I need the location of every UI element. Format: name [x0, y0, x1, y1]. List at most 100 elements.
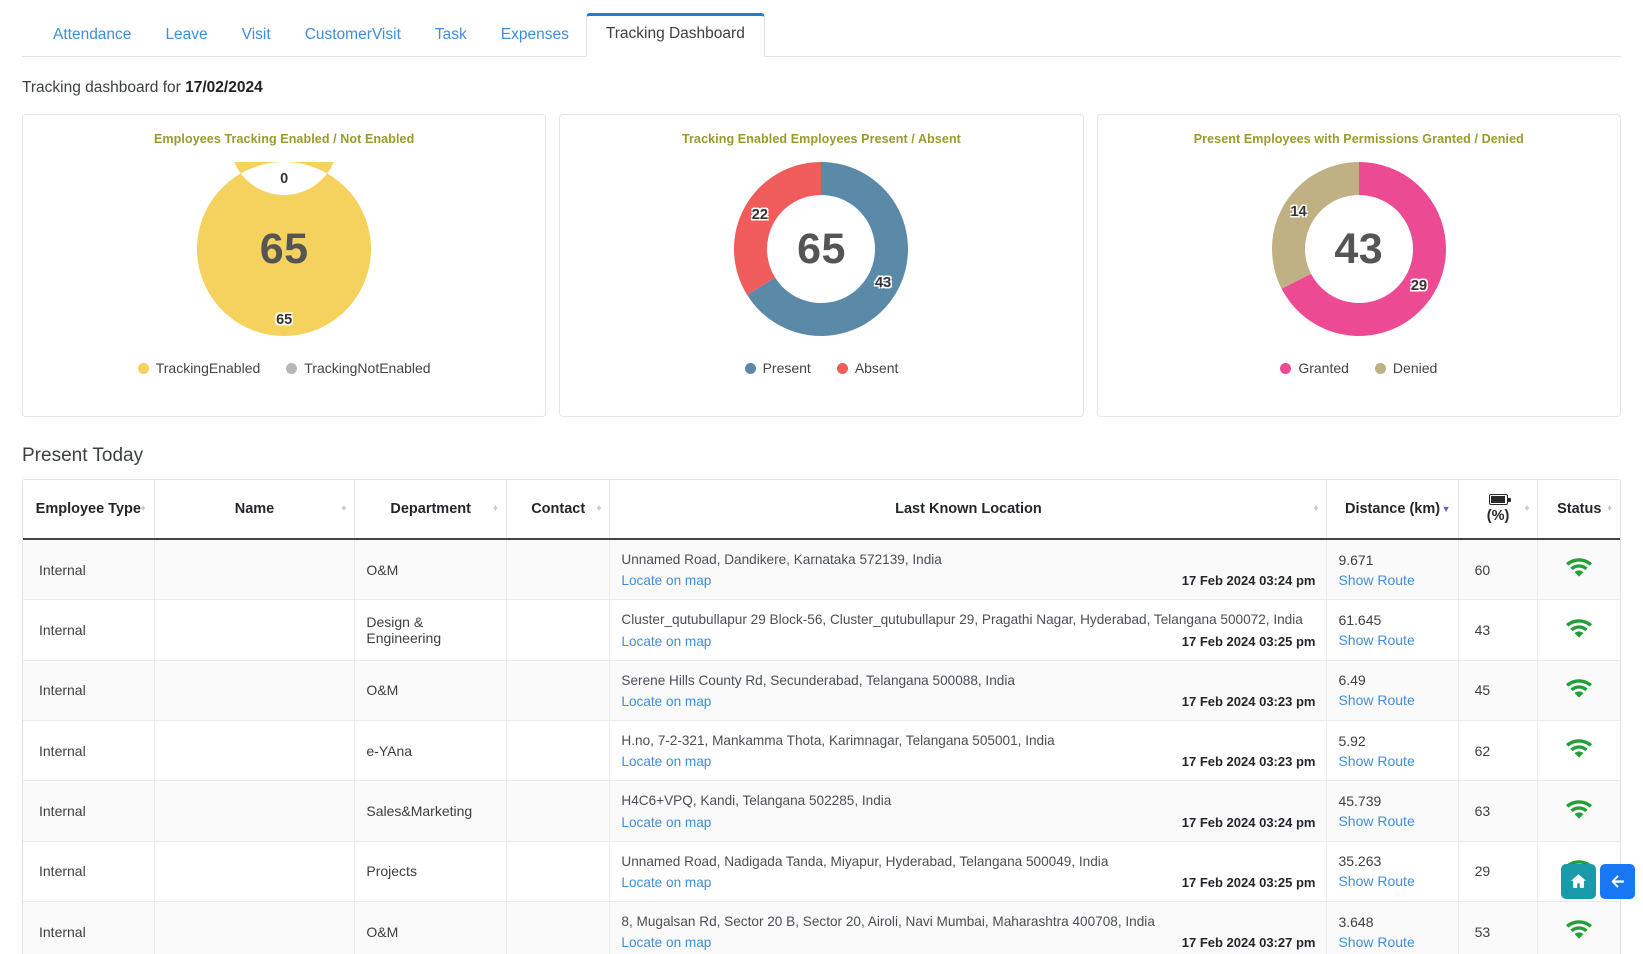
show-route-link[interactable]: Show Route: [1338, 873, 1446, 889]
cell-status: [1538, 600, 1620, 660]
cell-last-known-location: 8, Mugalsan Rd, Sector 20 B, Sector 20, …: [610, 902, 1327, 954]
legend-label: Granted: [1298, 360, 1349, 376]
column-header-employee-type[interactable]: Employee Type▲▼: [23, 480, 154, 539]
wifi-icon: [1566, 800, 1592, 820]
cell-department: O&M: [355, 539, 507, 600]
table-header-row: Employee Type▲▼Name▲▼Department▲▼Contact…: [23, 480, 1620, 539]
tab-tracking-dashboard[interactable]: Tracking Dashboard: [586, 13, 765, 57]
sort-indicator-icon[interactable]: ▲▼: [1313, 508, 1320, 510]
cell-name[interactable]: [154, 841, 355, 901]
distance-value: 45.739: [1338, 793, 1446, 809]
cell-name[interactable]: [154, 600, 355, 660]
chart-title: Present Employees with Permissions Grant…: [1098, 132, 1620, 146]
locate-on-map-link[interactable]: Locate on map: [621, 694, 711, 709]
locate-on-map-link[interactable]: Locate on map: [621, 573, 711, 588]
location-timestamp: 17 Feb 2024 03:25 pm: [1182, 875, 1316, 890]
cell-employee-type: Internal: [23, 781, 154, 841]
locate-on-map-link[interactable]: Locate on map: [621, 935, 711, 950]
column-header-label: Contact: [531, 501, 585, 517]
column-header-name[interactable]: Name▲▼: [154, 480, 355, 539]
home-button[interactable]: [1561, 864, 1596, 899]
legend-item[interactable]: Granted: [1280, 360, 1349, 376]
column-header-department[interactable]: Department ▲▼: [355, 480, 507, 539]
cell-distance: 3.648Show Route: [1327, 902, 1458, 954]
show-route-link[interactable]: Show Route: [1338, 934, 1446, 950]
legend-item[interactable]: TrackingNotEnabled: [286, 360, 430, 376]
table-row[interactable]: InternalO&MUnnamed Road, Dandikere, Karn…: [23, 539, 1620, 600]
sort-indicator-icon[interactable]: ▲▼: [140, 508, 147, 510]
cell-employee-type: Internal: [23, 902, 154, 954]
cell-department: O&M: [355, 660, 507, 720]
location-timestamp: 17 Feb 2024 03:24 pm: [1182, 573, 1316, 588]
distance-value: 6.49: [1338, 672, 1446, 688]
sort-indicator-icon[interactable]: ▲▼: [340, 508, 347, 510]
legend-item[interactable]: Absent: [837, 360, 899, 376]
cell-contact: [506, 539, 609, 600]
cell-last-known-location: H4C6+VPQ, Kandi, Telangana 502285, India…: [610, 781, 1327, 841]
table-row[interactable]: InternalDesign & EngineeringCluster_qutu…: [23, 600, 1620, 660]
cell-distance: 61.645Show Route: [1327, 600, 1458, 660]
sort-indicator-icon[interactable]: ▲▼: [1524, 508, 1531, 510]
tab-visit[interactable]: Visit: [225, 16, 288, 56]
donut-wrapper: 65650: [197, 162, 371, 336]
column-header-last-known-location[interactable]: Last Known Location▲▼: [610, 480, 1327, 539]
tab-customervisit[interactable]: CustomerVisit: [288, 16, 418, 56]
tab-attendance[interactable]: Attendance: [36, 16, 148, 56]
show-route-link[interactable]: Show Route: [1338, 692, 1446, 708]
table-body: Internal O&M Unnamed Road, Dandikere, Karn…: [23, 539, 1620, 954]
cell-name[interactable]: [154, 660, 355, 720]
show-route-link[interactable]: Show Route: [1338, 813, 1446, 829]
cell-department: Design & Engineering: [355, 600, 507, 660]
legend-item[interactable]: TrackingEnabled: [138, 360, 261, 376]
donut-slice-label: 29: [1411, 278, 1427, 294]
cell-contact: [506, 781, 609, 841]
location-meta-row: Locate on map17 Feb 2024 03:24 pm: [621, 815, 1315, 830]
chart-legend: Granted Denied: [1098, 360, 1620, 376]
chart-card-3: Present Employees with Permissions Grant…: [1097, 114, 1621, 417]
sort-indicator-icon[interactable]: ▲▼: [1606, 508, 1613, 510]
show-route-link[interactable]: Show Route: [1338, 572, 1446, 588]
legend-label: TrackingNotEnabled: [304, 360, 430, 376]
locate-on-map-link[interactable]: Locate on map: [621, 754, 711, 769]
legend-item[interactable]: Present: [745, 360, 811, 376]
cell-name[interactable]: [154, 539, 355, 600]
show-route-link[interactable]: Show Route: [1338, 632, 1446, 648]
chart-card-1: Employees Tracking Enabled / Not Enabled…: [22, 114, 546, 417]
locate-on-map-link[interactable]: Locate on map: [621, 815, 711, 830]
donut-slice-label: 65: [276, 312, 292, 328]
table-row[interactable]: Internale-YAnaH.no, 7-2-321, Mankamma Th…: [23, 721, 1620, 781]
sort-indicator-icon[interactable]: ▲▼: [492, 508, 499, 510]
column-header-status[interactable]: Status▲▼: [1538, 480, 1620, 539]
chart-title: Tracking Enabled Employees Present / Abs…: [560, 132, 1082, 146]
show-route-link[interactable]: Show Route: [1338, 753, 1446, 769]
chart-legend: Present Absent: [560, 360, 1082, 376]
back-button[interactable]: [1600, 864, 1635, 899]
location-meta-row: Locate on map 17 Feb 2024 03:25 pm: [621, 875, 1315, 890]
cell-last-known-location: Serene Hills County Rd, Secunderabad, Te…: [610, 660, 1327, 720]
cell-name[interactable]: [154, 721, 355, 781]
cell-name[interactable]: [154, 902, 355, 954]
column-header-[interactable]: (%)▲▼: [1458, 480, 1538, 539]
column-header-label: Department: [390, 501, 471, 517]
cell-last-known-location: Unnamed Road, Dandikere, Karnataka 57213…: [610, 539, 1327, 600]
legend-item[interactable]: Denied: [1375, 360, 1437, 376]
table-row[interactable]: InternalO&MSerene Hills County Rd, Secun…: [23, 660, 1620, 720]
cell-distance: 5.92Show Route: [1327, 721, 1458, 781]
tab-task[interactable]: Task: [418, 16, 484, 56]
column-header-distance-km[interactable]: Distance (km)▼: [1327, 480, 1458, 539]
table-row[interactable]: InternalProjectsUnnamed Road, Nadigada T…: [23, 841, 1620, 901]
sort-indicator-icon[interactable]: ▲▼: [595, 508, 602, 510]
tab-expenses[interactable]: Expenses: [484, 16, 586, 56]
cell-name[interactable]: [154, 781, 355, 841]
table-row[interactable]: InternalSales&MarketingH4C6+VPQ, Kandi, …: [23, 781, 1620, 841]
table-row[interactable]: InternalO&M8, Mugalsan Rd, Sector 20 B, …: [23, 902, 1620, 954]
cell-distance: 35.263Show Route: [1327, 841, 1458, 901]
cell-distance: 9.671Show Route: [1327, 539, 1458, 600]
locate-on-map-link[interactable]: Locate on map: [621, 875, 711, 890]
cell-battery-percent: 45: [1458, 660, 1538, 720]
location-address: Cluster_qutubullapur 29 Block-56, Cluste…: [621, 611, 1315, 629]
tab-leave[interactable]: Leave: [148, 16, 224, 56]
column-header-contact[interactable]: Contact ▲▼: [506, 480, 609, 539]
locate-on-map-link[interactable]: Locate on map: [621, 634, 711, 649]
legend-label: TrackingEnabled: [156, 360, 261, 376]
